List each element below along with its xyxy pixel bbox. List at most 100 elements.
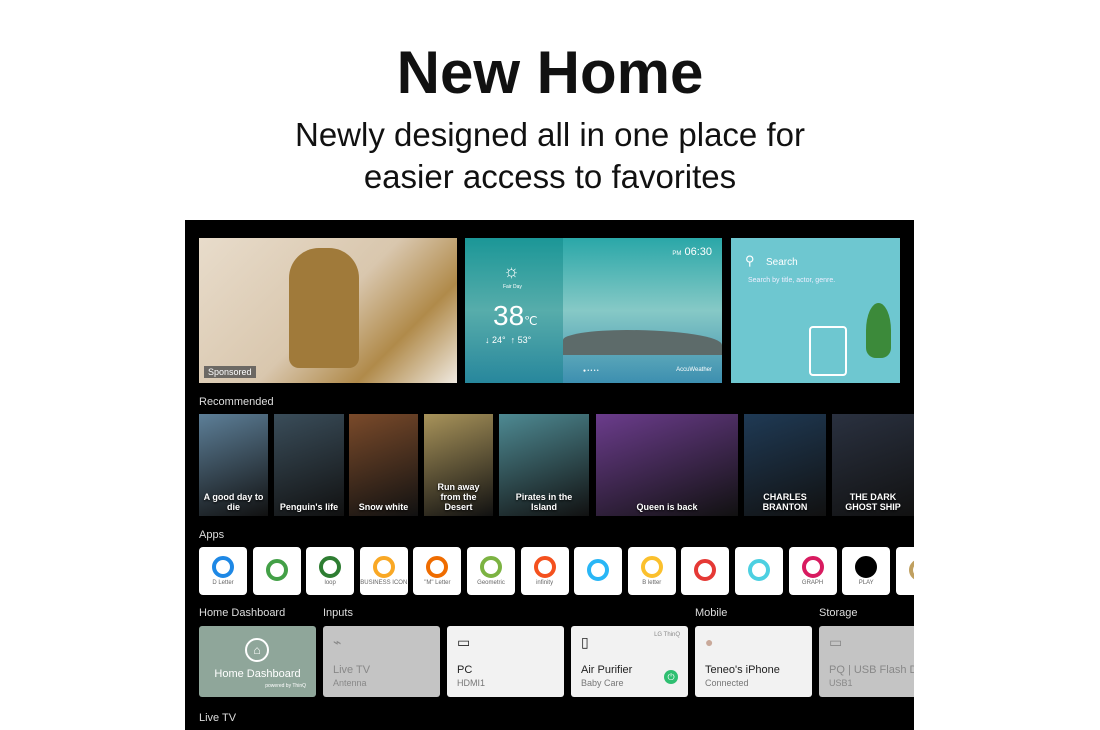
poster-title: Snow white (358, 502, 409, 512)
recommended-poster[interactable]: CHARLES BRANTON (744, 414, 826, 516)
app-logo-icon (319, 556, 342, 578)
dashboard-card[interactable]: ▯ Air Purifier Baby Care LG ThinQ ⏻ (571, 626, 688, 697)
app-label: D Letter (212, 580, 234, 586)
app-tile[interactable]: BUSINESS ICON (359, 547, 408, 595)
app-label: BUSINESS ICON (360, 580, 408, 586)
card-subtitle: HDMI1 (457, 678, 486, 688)
app-tile[interactable]: D Letter (199, 547, 247, 595)
poster-title: Queen is back (636, 502, 698, 512)
antenna-icon: ⌁ (333, 634, 342, 650)
explorer-figure (289, 248, 359, 368)
recommended-poster[interactable]: THE DARK GHOST SHIP (832, 414, 914, 516)
app-logo-icon (587, 559, 610, 581)
section-recommended: Recommended (199, 396, 274, 408)
app-label: Geometric (477, 580, 505, 586)
app-logo-icon (480, 556, 502, 578)
app-logo-icon (694, 559, 717, 581)
recommended-poster[interactable]: Penguin's life (274, 414, 344, 516)
app-tile[interactable] (252, 547, 301, 595)
section-apps: Apps (199, 529, 225, 541)
time: 06:30 (684, 246, 712, 258)
app-logo-icon (265, 559, 288, 581)
card-subtitle: Antenna (333, 678, 367, 688)
weather-widget[interactable]: ☼ Fair Day 38℃ ↓ 24° ↑ 53° PM 06:30 ● • … (465, 238, 722, 383)
plant-image (866, 303, 891, 358)
app-tile[interactable] (735, 547, 783, 595)
dashboard-card[interactable]: ● Teneo's iPhone Connected (695, 626, 812, 697)
app-logo-icon (748, 559, 770, 581)
laptop-icon: ▭ (457, 634, 471, 650)
app-tile[interactable]: B letter (627, 547, 676, 595)
poster-title: Run away from the Desert (437, 482, 480, 512)
app-label: infinity (536, 580, 554, 586)
app-tile[interactable] (681, 547, 730, 595)
app-label: "M" Letter (424, 580, 451, 586)
card-subtitle: Baby Care (581, 678, 624, 688)
home-dashboard-card[interactable]: ⌂ Home Dashboard powered by ThinQ (199, 626, 316, 697)
card-title: PQ | USB Flash D (829, 664, 914, 676)
app-tile[interactable] (895, 547, 914, 595)
accuweather-logo: AccuWeather (676, 367, 712, 373)
purifier-icon: ▯ (581, 634, 589, 650)
home-dashboard-title: Home Dashboard (214, 668, 301, 680)
app-logo-icon (640, 556, 663, 578)
app-tile[interactable]: infinity (520, 547, 569, 595)
poster-title: THE DARK GHOST SHIP (845, 492, 901, 512)
dashboard-card[interactable]: ▭ PQ | USB Flash D USB1 (819, 626, 914, 697)
avatar: ● (705, 634, 714, 650)
clock: PM 06:30 (672, 246, 712, 258)
app-logo-icon (908, 559, 914, 581)
app-label: B letter (642, 580, 662, 586)
app-tile[interactable]: loop (306, 547, 355, 595)
app-label: PLAY (858, 580, 874, 586)
section-inputs: Inputs (323, 607, 353, 619)
carousel-dots[interactable]: ● • • • • (583, 368, 599, 374)
high-temp: ↑ 53° (510, 335, 532, 345)
app-logo-icon (533, 556, 556, 578)
weather-temp: 38℃ (493, 300, 538, 332)
app-tile[interactable]: Geometric (467, 547, 515, 595)
app-logo-icon (855, 556, 878, 578)
recommended-poster[interactable]: Snow white (349, 414, 418, 516)
tv-screen: Sponsored ☼ Fair Day 38℃ ↓ 24° ↑ 53° PM … (185, 220, 914, 730)
temp-unit: ℃ (524, 314, 538, 328)
subtitle-line: easier access to favorites (363, 158, 737, 195)
search-widget[interactable]: ⚲ Search Search by title, actor, genre. (731, 238, 900, 383)
app-tile[interactable]: GRAPH (788, 547, 837, 595)
app-logo-icon (801, 556, 824, 578)
poster-title: CHARLES BRANTON (762, 492, 808, 512)
app-tile[interactable]: "M" Letter (413, 547, 462, 595)
card-title: Air Purifier (581, 664, 633, 676)
headline: New Home (396, 39, 704, 106)
sponsored-banner[interactable]: Sponsored (199, 238, 457, 383)
power-icon[interactable]: ⏻ (664, 670, 678, 684)
time-prefix: PM (672, 251, 682, 257)
section-live-tv: Live TV (199, 712, 237, 724)
section-home-dashboard: Home Dashboard (199, 607, 286, 619)
thinq-badge: LG ThinQ (654, 632, 680, 638)
search-title: Search (766, 257, 798, 268)
subtitle: Newly designed all in one place for easie… (0, 114, 1100, 198)
search-hint: Search by title, actor, genre. (748, 277, 836, 284)
sponsored-tag: Sponsored (204, 366, 256, 378)
usb-icon: ▭ (829, 634, 843, 650)
recommended-poster[interactable]: Pirates in the Island (499, 414, 589, 516)
thinq-logo: powered by ThinQ (265, 683, 306, 689)
chair-image (809, 326, 847, 376)
low-temp: ↓ 24° (485, 335, 506, 345)
recommended-poster[interactable]: Run away from the Desert (424, 414, 493, 516)
app-tile[interactable]: PLAY (842, 547, 891, 595)
poster-title: Penguin's life (279, 502, 339, 512)
card-title: Live TV (333, 664, 371, 676)
sun-icon: ☼ (503, 261, 520, 281)
recommended-poster[interactable]: Queen is back (596, 414, 738, 516)
weather-condition: Fair Day (503, 284, 522, 290)
dashboard-card[interactable]: ⌁ Live TV Antenna (323, 626, 440, 697)
app-logo-icon (212, 556, 234, 578)
temp-value: 38 (493, 300, 525, 331)
app-tile[interactable] (574, 547, 623, 595)
recommended-poster[interactable]: A good day to die (199, 414, 268, 516)
dashboard-card[interactable]: ▭ PC HDMI1 (447, 626, 564, 697)
card-title: Teneo's iPhone (705, 664, 780, 676)
section-storage: Storage (819, 607, 858, 619)
